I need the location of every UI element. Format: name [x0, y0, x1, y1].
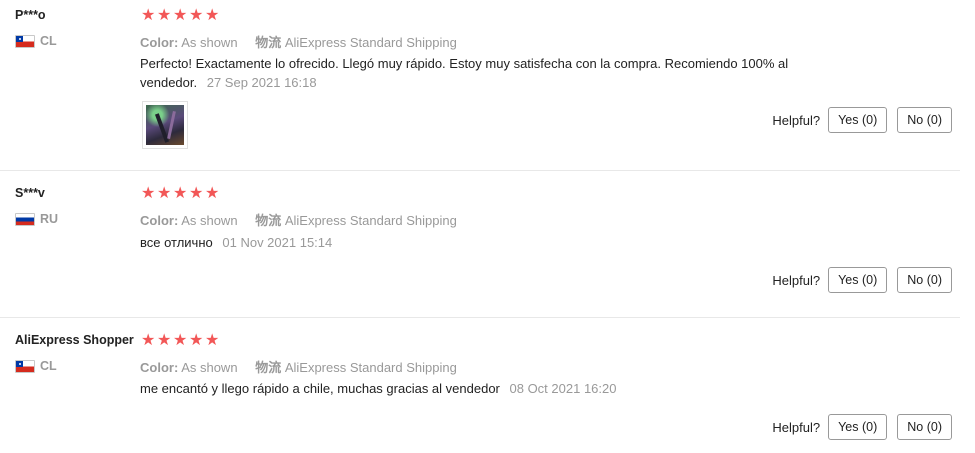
shipping-value: AliExpress Standard Shipping: [284, 213, 457, 228]
star-icon: ★: [157, 7, 172, 24]
helpful-label: Helpful?: [772, 272, 821, 288]
shipping-label: 物流: [255, 35, 282, 50]
review-meta: Color: As shown 物流 AliExpress Standard S…: [140, 210, 457, 229]
shipping-label: 物流: [255, 213, 282, 228]
shipping-value: AliExpress Standard Shipping: [284, 360, 457, 375]
reviewer-name: S***v: [15, 186, 45, 200]
reviewer-country: CL: [15, 34, 57, 48]
star-icon: ★: [173, 7, 188, 24]
country-code: CL: [40, 34, 57, 48]
country-code: CL: [40, 359, 57, 373]
reviewer-country: RU: [15, 212, 58, 226]
star-icon: ★: [157, 332, 172, 349]
star-icon: ★: [205, 7, 220, 24]
chile-flag-icon: [15, 34, 35, 48]
review-meta: Color: As shown 物流 AliExpress Standard S…: [140, 357, 457, 376]
helpful-controls: Helpful? Yes (0) No (0): [772, 107, 952, 133]
star-icon: ★: [205, 185, 220, 202]
review-item: P***o CL ★ ★ ★ ★ ★ Color: As shown 物流 Al…: [0, 0, 960, 171]
helpful-controls: Helpful? Yes (0) No (0): [772, 414, 952, 440]
helpful-label: Helpful?: [772, 419, 821, 435]
star-icon: ★: [141, 7, 156, 24]
helpful-label: Helpful?: [772, 112, 821, 128]
review-item: AliExpress Shopper CL ★ ★ ★ ★ ★ Color: A…: [0, 317, 960, 453]
review-comment: Perfecto! Exactamente lo ofrecido. Llegó…: [140, 54, 830, 92]
star-icon: ★: [173, 332, 188, 349]
review-comment: все отлично 01 Nov 2021 15:14: [140, 233, 830, 252]
review-date: 27 Sep 2021 16:18: [206, 75, 317, 90]
star-icon: ★: [189, 7, 204, 24]
country-code: RU: [40, 212, 59, 226]
helpful-no-button[interactable]: No (0): [897, 107, 952, 133]
color-value: As shown: [181, 213, 238, 228]
helpful-yes-button[interactable]: Yes (0): [828, 414, 888, 440]
review-date: 08 Oct 2021 16:20: [509, 381, 617, 396]
helpful-yes-button[interactable]: Yes (0): [828, 267, 888, 293]
review-date: 01 Nov 2021 15:14: [222, 235, 333, 250]
comment-text: me encantó y llego rápido a chile, mucha…: [140, 381, 500, 396]
star-icon: ★: [189, 332, 204, 349]
review-meta: Color: As shown 物流 AliExpress Standard S…: [140, 32, 457, 51]
star-icon: ★: [205, 332, 220, 349]
review-photo-thumbnail[interactable]: [142, 101, 188, 149]
review-comment: me encantó y llego rápido a chile, mucha…: [140, 379, 830, 398]
review-item: S***v RU ★ ★ ★ ★ ★ Color: As shown 物流 Al…: [0, 170, 960, 318]
rating-stars: ★ ★ ★ ★ ★: [141, 185, 220, 202]
review-photo-image: [146, 105, 184, 145]
star-icon: ★: [189, 185, 204, 202]
shipping-label: 物流: [255, 360, 282, 375]
helpful-yes-button[interactable]: Yes (0): [828, 107, 888, 133]
comment-text: все отлично: [140, 235, 213, 250]
helpful-no-button[interactable]: No (0): [897, 414, 952, 440]
color-label: Color:: [140, 360, 179, 375]
reviewer-name: AliExpress Shopper: [15, 333, 134, 347]
russia-flag-icon: [15, 212, 35, 226]
rating-stars: ★ ★ ★ ★ ★: [141, 332, 220, 349]
star-icon: ★: [141, 332, 156, 349]
reviewer-name: P***o: [15, 8, 46, 22]
chile-flag-icon: [15, 359, 35, 373]
shipping-value: AliExpress Standard Shipping: [284, 35, 457, 50]
reviewer-country: CL: [15, 359, 57, 373]
color-value: As shown: [181, 35, 238, 50]
helpful-no-button[interactable]: No (0): [897, 267, 952, 293]
color-label: Color:: [140, 35, 179, 50]
star-icon: ★: [157, 185, 172, 202]
helpful-controls: Helpful? Yes (0) No (0): [772, 267, 952, 293]
star-icon: ★: [173, 185, 188, 202]
star-icon: ★: [141, 185, 156, 202]
color-label: Color:: [140, 213, 179, 228]
rating-stars: ★ ★ ★ ★ ★: [141, 7, 220, 24]
color-value: As shown: [181, 360, 238, 375]
